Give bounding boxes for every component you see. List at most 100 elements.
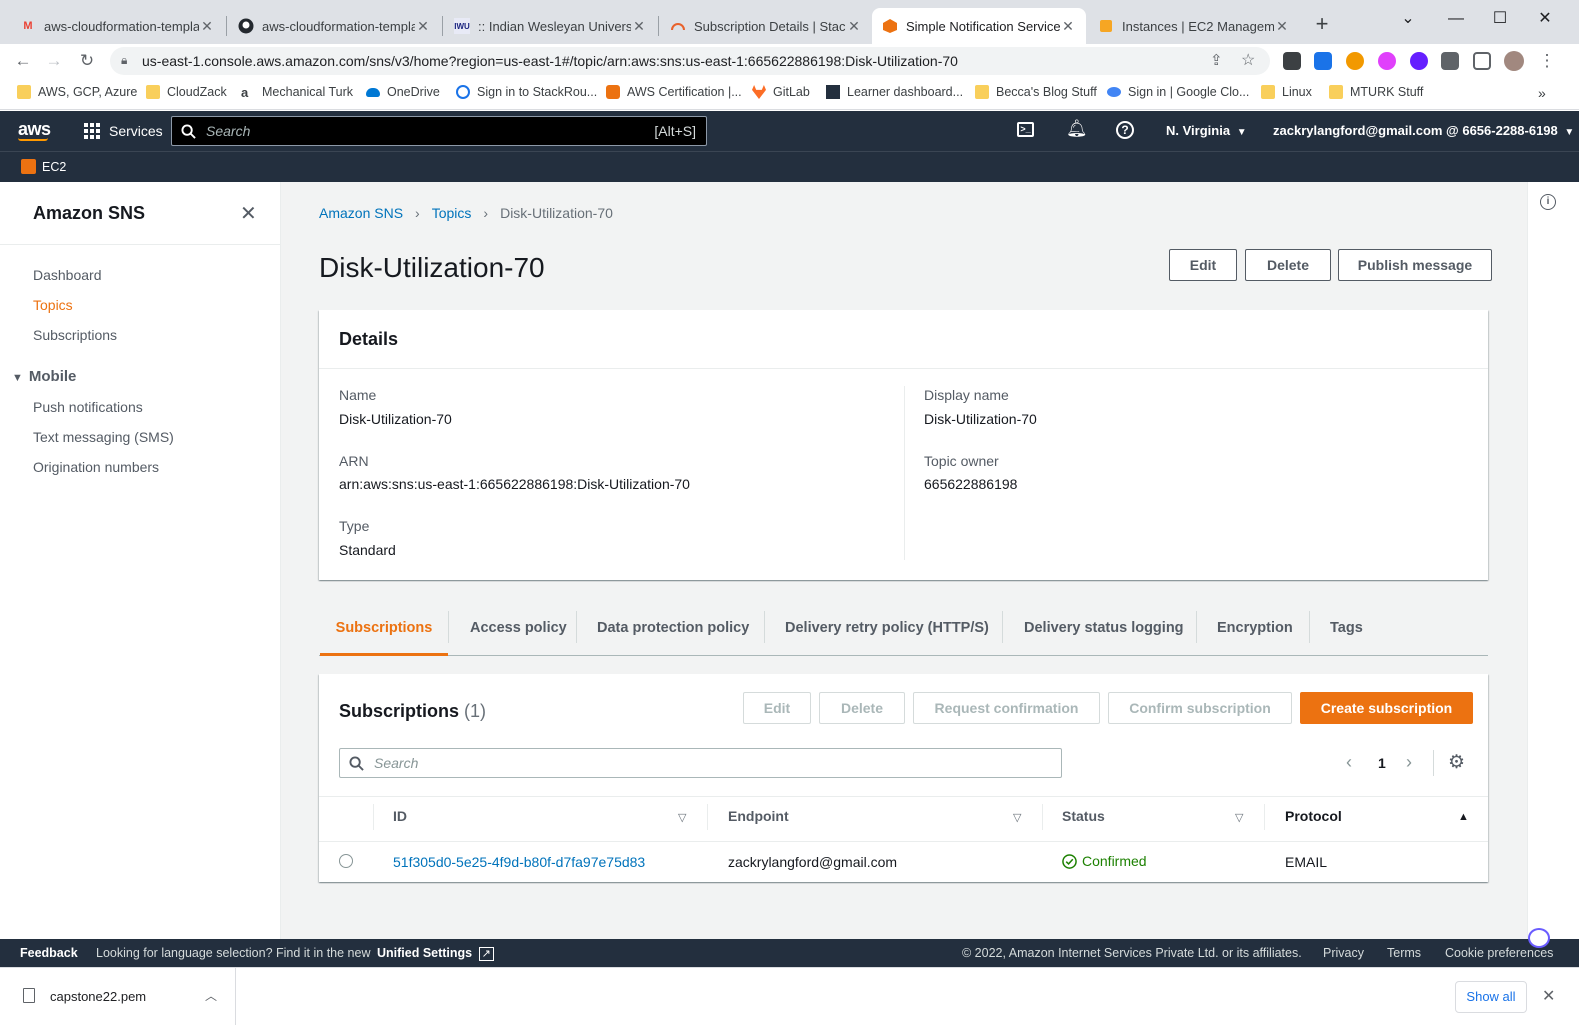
subscriptions-search-input[interactable]: Search <box>339 748 1062 778</box>
tab-encryption[interactable]: Encryption <box>1217 610 1293 656</box>
chrome-menu-icon[interactable]: ⋮ <box>1535 49 1559 73</box>
more-bookmarks-icon[interactable]: » <box>1538 85 1546 101</box>
close-window-icon[interactable]: ✕ <box>1525 6 1565 32</box>
maximize-icon[interactable]: ☐ <box>1480 6 1520 32</box>
reload-icon[interactable]: ↻ <box>75 49 99 73</box>
subscription-id-link[interactable]: 51f305d0-5e25-4f9d-b80f-d7fa97e75d83 <box>393 854 645 870</box>
tab-data-protection-policy[interactable]: Data protection policy <box>597 610 749 656</box>
favorite-ec2[interactable]: EC2 <box>21 159 66 174</box>
confirm-subscription-button[interactable]: Confirm subscription <box>1108 692 1292 724</box>
back-icon[interactable]: ← <box>11 49 35 73</box>
bookmark-link[interactable]: Sign in | Google Clo... <box>1107 85 1249 99</box>
unified-settings-link[interactable]: Unified Settings <box>377 946 472 960</box>
delete-topic-button[interactable]: Delete <box>1245 249 1331 281</box>
close-tab-icon[interactable]: ✕ <box>415 18 431 35</box>
bookmark-link[interactable]: GitLab <box>752 85 810 99</box>
tab-tags[interactable]: Tags <box>1330 610 1363 656</box>
notifications-bell-icon[interactable]: 🔔︎ <box>1066 119 1088 139</box>
tab-search-icon[interactable]: ⌄ <box>1388 6 1428 32</box>
close-tab-icon[interactable]: ✕ <box>1060 18 1076 35</box>
page-number[interactable]: 1 <box>1378 755 1386 771</box>
aws-search-input[interactable]: Search [Alt+S] <box>171 116 707 146</box>
region-selector[interactable]: N. Virginia ▼ <box>1166 123 1247 138</box>
cookie-preferences-link[interactable]: Cookie preferences <box>1445 946 1553 960</box>
edit-subscription-button[interactable]: Edit <box>743 692 811 724</box>
close-tab-icon[interactable]: ✕ <box>199 18 215 35</box>
bookmark-folder[interactable]: CloudZack <box>146 85 227 99</box>
browser-tab-stackroute[interactable]: Subscription Details | StackR ✕ <box>660 8 872 44</box>
show-all-button[interactable]: Show all <box>1455 981 1527 1013</box>
bookmark-folder[interactable]: AWS, GCP, Azure <box>17 85 137 99</box>
chevron-up-icon[interactable]: ︿ <box>205 987 217 1004</box>
help-icon[interactable]: ? <box>1116 121 1134 139</box>
browser-tab-sns[interactable]: Simple Notification Service ✕ <box>872 8 1086 44</box>
extensions-puzzle-icon[interactable] <box>1441 52 1459 70</box>
close-tab-icon[interactable]: ✕ <box>846 18 862 35</box>
delete-subscription-button[interactable]: Delete <box>819 692 905 724</box>
sort-icon[interactable]: ▽ <box>678 811 686 824</box>
sidebar-item-push-notifications[interactable]: Push notifications <box>33 399 143 415</box>
bookmark-star-icon[interactable]: ☆ <box>1241 50 1255 70</box>
create-subscription-button[interactable]: Create subscription <box>1300 692 1473 724</box>
column-header-protocol[interactable]: Protocol <box>1285 808 1342 824</box>
sidebar-item-dashboard[interactable]: Dashboard <box>33 267 102 283</box>
sidebar-item-subscriptions[interactable]: Subscriptions <box>33 327 117 343</box>
breadcrumb-amazon-sns[interactable]: Amazon SNS <box>319 205 403 221</box>
tab-delivery-status-logging[interactable]: Delivery status logging <box>1024 610 1184 656</box>
address-bar[interactable]: 🔒︎ us-east-1.console.aws.amazon.com/sns/… <box>110 47 1270 75</box>
sort-ascending-icon[interactable]: ▲ <box>1458 811 1469 823</box>
extension-mts-icon[interactable] <box>1314 52 1332 70</box>
bookmark-link[interactable]: OneDrive <box>366 85 440 99</box>
row-select-radio[interactable] <box>339 854 353 868</box>
account-menu[interactable]: zackrylangford@gmail.com @ 6656-2288-619… <box>1273 123 1574 138</box>
browser-tab-github[interactable]: aws-cloudformation-templat ✕ <box>228 8 441 44</box>
sidebar-section-mobile[interactable]: ▼ Mobile <box>12 368 76 385</box>
profile-avatar[interactable] <box>1504 51 1524 71</box>
assistant-bubble-icon[interactable] <box>1528 928 1550 948</box>
bookmark-folder[interactable]: Becca's Blog Stuff <box>975 85 1097 99</box>
close-icon[interactable]: ✕ <box>1542 986 1555 1006</box>
bookmark-link[interactable]: AWS Certification |... <box>606 85 742 99</box>
bookmark-folder[interactable]: MTURK Stuff <box>1329 85 1423 99</box>
browser-tab-ec2[interactable]: Instances | EC2 Management ✕ <box>1088 8 1300 44</box>
aws-logo[interactable]: aws <box>18 119 51 141</box>
request-confirmation-button[interactable]: Request confirmation <box>913 692 1100 724</box>
extension-1password-icon[interactable] <box>1283 52 1301 70</box>
close-tab-icon[interactable]: ✕ <box>631 18 647 35</box>
privacy-link[interactable]: Privacy <box>1323 946 1364 960</box>
edit-topic-button[interactable]: Edit <box>1169 249 1237 281</box>
terms-link[interactable]: Terms <box>1387 946 1421 960</box>
extension-purple-icon[interactable] <box>1410 52 1428 70</box>
sidebar-item-origination-numbers[interactable]: Origination numbers <box>33 459 159 475</box>
services-menu[interactable]: Services <box>84 123 163 139</box>
cloudshell-icon[interactable]: >_ <box>1017 122 1034 137</box>
feedback-link[interactable]: Feedback <box>20 946 78 960</box>
column-header-id[interactable]: ID <box>393 808 407 824</box>
forward-icon[interactable]: → <box>42 49 66 73</box>
close-tab-icon[interactable]: ✕ <box>1274 18 1290 35</box>
minimize-icon[interactable]: — <box>1436 6 1476 32</box>
prev-page-icon[interactable]: ‹ <box>1346 752 1352 773</box>
browser-tab-iwu[interactable]: IWU :: Indian Wesleyan University ✕ <box>444 8 657 44</box>
sidebar-item-topics[interactable]: Topics <box>33 297 73 313</box>
browser-tab-gmail[interactable]: M aws-cloudformation-templat ✕ <box>10 8 225 44</box>
bookmark-link[interactable]: Learner dashboard... <box>826 85 963 99</box>
extension-orange-icon[interactable] <box>1346 52 1364 70</box>
tab-delivery-retry-policy[interactable]: Delivery retry policy (HTTP/S) <box>785 610 989 656</box>
breadcrumb-topics[interactable]: Topics <box>432 205 472 221</box>
gear-icon[interactable]: ⚙ <box>1448 751 1465 774</box>
close-icon[interactable]: ✕ <box>240 201 257 226</box>
bookmark-folder[interactable]: Linux <box>1261 85 1312 99</box>
column-header-status[interactable]: Status <box>1062 808 1105 824</box>
sort-icon[interactable]: ▽ <box>1235 811 1243 824</box>
bookmark-link[interactable]: Sign in to StackRou... <box>456 85 597 99</box>
sort-icon[interactable]: ▽ <box>1013 811 1021 824</box>
extension-pink-icon[interactable] <box>1378 52 1396 70</box>
sidebar-item-sms[interactable]: Text messaging (SMS) <box>33 429 174 445</box>
publish-message-button[interactable]: Publish message <box>1338 249 1492 281</box>
column-header-endpoint[interactable]: Endpoint <box>728 808 789 824</box>
share-icon[interactable]: ⇪ <box>1210 51 1223 69</box>
bookmark-link[interactable]: a Mechanical Turk <box>241 85 353 100</box>
tab-subscriptions[interactable]: Subscriptions <box>320 610 448 656</box>
download-item[interactable]: capstone22.pem ︿ <box>0 968 236 1025</box>
